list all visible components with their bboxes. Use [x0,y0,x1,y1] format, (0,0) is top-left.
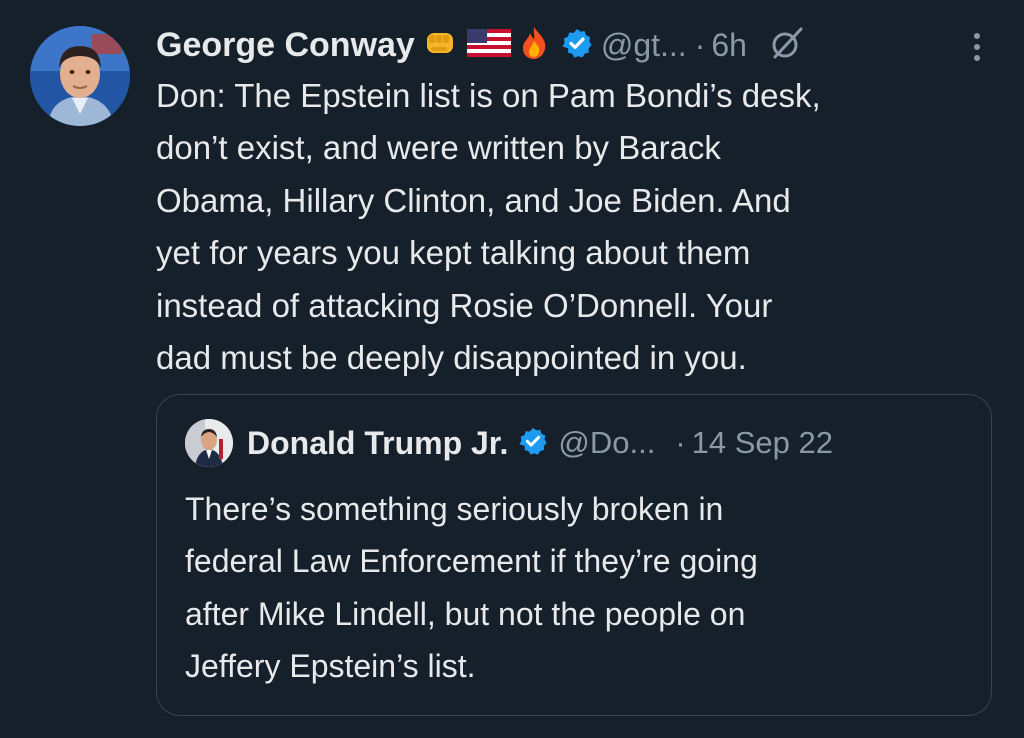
more-options-icon[interactable] [972,30,982,69]
quote-date: 14 Sep 22 [691,425,833,460]
tweet-header: George Conway @gt... · 6h [156,20,994,70]
oncoming-fist-icon [423,25,459,66]
quote-author-handle: @Do... [558,425,656,460]
avatar-image [30,26,130,126]
quote-avatar-image [185,419,233,467]
quote-verified-badge-icon [518,426,548,461]
quote-text: There’s something seriously broken in fe… [185,491,758,685]
author-avatar[interactable] [30,26,130,126]
tweet-timestamp[interactable]: 6h [711,27,747,64]
us-flag-icon [466,27,511,64]
quote-separator: · [675,425,686,460]
author-name[interactable]: George Conway [156,26,415,65]
quoted-tweet[interactable]: Donald Trump Jr. @Do... · 14 Sep 22 Ther… [156,394,992,716]
quote-author-avatar [185,419,233,467]
grok-icon[interactable] [769,25,805,66]
author-handle[interactable]: @gt... [601,27,687,64]
header-separator: · [694,26,706,63]
quote-author-name: Donald Trump Jr. [247,424,509,461]
tweet-text: Don: The Epstein list is on Pam Bondi’s … [156,77,821,377]
fire-icon [519,25,549,66]
verified-badge-icon [561,27,593,64]
quote-header: Donald Trump Jr. @Do... · 14 Sep 22 [185,419,833,467]
